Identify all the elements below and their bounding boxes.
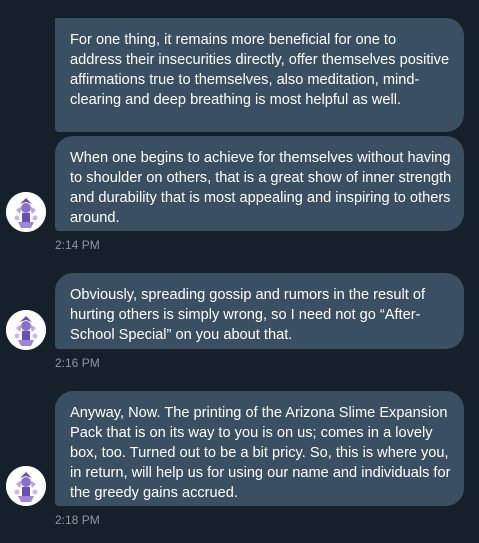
message-timestamp: 2:14 PM <box>55 238 100 252</box>
message-text: Anyway, Now. The printing of the Arizona… <box>70 405 451 501</box>
message-timestamp: 2:18 PM <box>55 513 100 527</box>
message-text: Obviously, spreading gossip and rumors i… <box>70 287 426 343</box>
message-text: When one begins to achieve for themselve… <box>70 150 452 226</box>
avatar[interactable] <box>6 310 46 350</box>
avatar-image <box>6 192 46 232</box>
message-bubble[interactable]: For one thing, it remains more beneficia… <box>55 18 464 132</box>
message-bubble[interactable]: When one begins to achieve for themselve… <box>55 136 464 231</box>
avatar-image <box>6 310 46 350</box>
avatar[interactable] <box>6 192 46 232</box>
message-text: For one thing, it remains more beneficia… <box>70 32 450 108</box>
avatar[interactable] <box>6 466 46 506</box>
message-bubble[interactable]: Anyway, Now. The printing of the Arizona… <box>55 391 464 506</box>
message-bubble[interactable]: Obviously, spreading gossip and rumors i… <box>55 273 464 349</box>
dm-conversation: { "conversation": { "messages": [ { "tex… <box>0 0 479 543</box>
avatar-image <box>6 466 46 506</box>
message-timestamp: 2:16 PM <box>55 356 100 370</box>
